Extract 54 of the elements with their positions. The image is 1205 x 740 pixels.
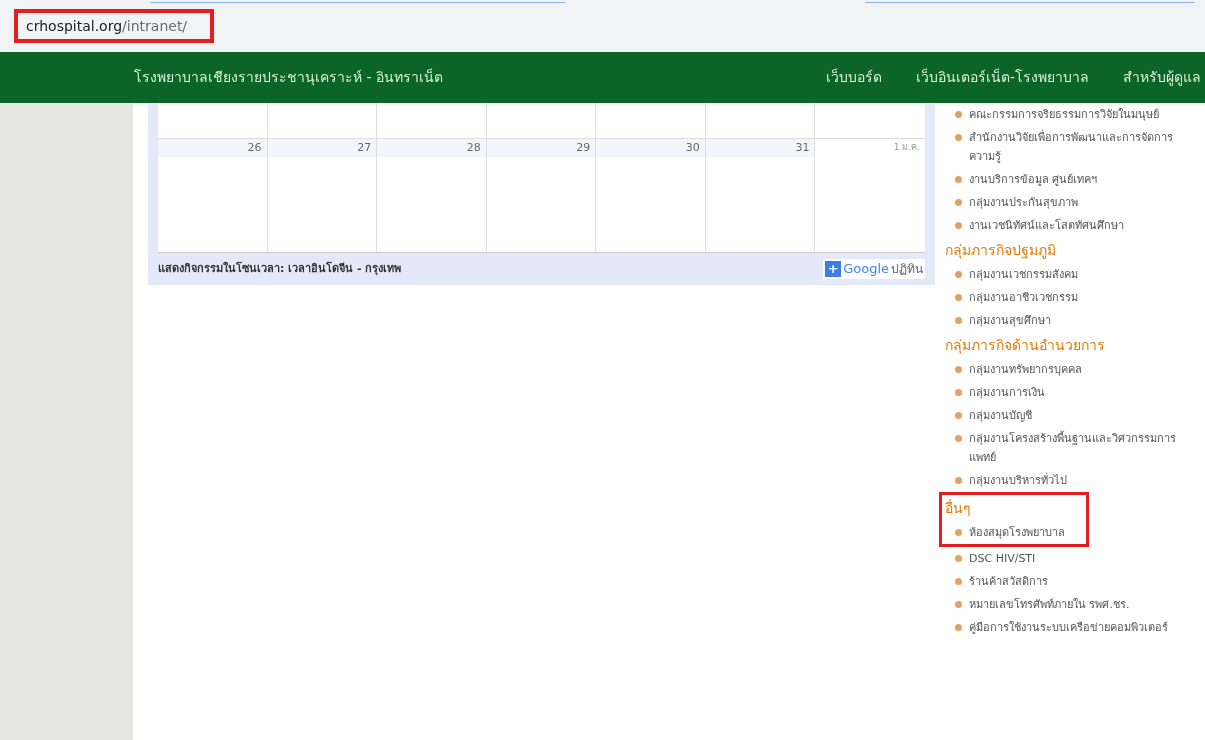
sidebar-link[interactable]: กลุ่มงานสุขศึกษา: [969, 311, 1051, 330]
sidebar-link[interactable]: สำนักงานวิจัยเพื่อการพัฒนาและการจัดการความรู้: [969, 128, 1197, 166]
bullet-icon: [955, 601, 962, 608]
sidebar-link[interactable]: หมายเลขโทรศัพท์ภายใน รพศ.ชร.: [969, 595, 1130, 614]
add-to-google-calendar-button[interactable]: + Googleปฏิทิน: [823, 259, 925, 279]
bullet-icon: [955, 366, 962, 373]
date-label: 31: [795, 139, 810, 156]
nav-link[interactable]: สำหรับผู้ดูแล: [1123, 67, 1201, 88]
bullet-icon: [955, 477, 962, 484]
sidebar-link[interactable]: กลุ่มงานอาชีวเวชกรรม: [969, 288, 1078, 307]
sidebar-link[interactable]: กลุ่มงานเวชกรรมสังคม: [969, 265, 1078, 284]
bullet-icon: [955, 389, 962, 396]
date-label: 26: [247, 139, 262, 156]
bullet-icon: [955, 435, 962, 442]
sidebar-link[interactable]: กลุ่มงานทรัพยากรบุคคล: [969, 360, 1082, 379]
section-heading: อื่นๆ: [945, 500, 971, 516]
bullet-icon: [955, 294, 962, 301]
sidebar-link[interactable]: กลุ่มงานบัญชี: [969, 406, 1032, 425]
section-heading: กลุ่มภารกิจปฐมภูมิ: [945, 242, 1056, 258]
section-heading: กลุ่มภารกิจด้านอำนวยการ: [945, 337, 1105, 353]
bullet-icon: [955, 578, 962, 585]
bullet-icon: [955, 317, 962, 324]
bullet-icon: [955, 176, 962, 183]
nav-link[interactable]: เว็บบอร์ด: [825, 67, 882, 88]
address-field[interactable]: crhospital.org/intranet/: [14, 9, 214, 43]
bullet-icon: [955, 111, 962, 118]
bullet-icon: [955, 199, 962, 206]
date-label: 27: [357, 139, 372, 156]
nav-link[interactable]: เว็บอินเตอร์เน็ต-โรงพยาบาล: [915, 67, 1089, 88]
date-label: 30: [685, 139, 700, 156]
site-title: โรงพยาบาลเชียงรายประชานุเคราะห์ - อินทราเน็ต: [134, 67, 443, 88]
date-label: 28: [466, 139, 481, 156]
date-label: 1 ม.ค.: [893, 141, 920, 155]
sidebar-link[interactable]: ห้องสมุดโรงพยาบาล: [969, 523, 1065, 542]
sidebar-link[interactable]: กลุ่มงานการเงิน: [969, 383, 1045, 402]
sidebar-link[interactable]: ร้านค้าสวัสดิการ: [969, 572, 1048, 591]
sidebar-link[interactable]: คู่มือการใช้งานระบบเครือข่ายคอมพิวเตอร์: [969, 618, 1168, 637]
bullet-icon: [955, 271, 962, 278]
sidebar-link[interactable]: กลุ่มงานประกันสุขภาพ: [969, 193, 1078, 212]
bullet-icon: [955, 134, 962, 141]
bullet-icon: [955, 222, 962, 229]
sidebar-link[interactable]: DSC HIV/STI: [969, 549, 1036, 568]
bullet-icon: [955, 555, 962, 562]
bullet-icon: [955, 624, 962, 631]
bullet-icon: [955, 412, 962, 419]
sidebar-link[interactable]: กลุ่มงานบริหารทั่วไป: [969, 471, 1067, 490]
url-text: crhospital.org/intranet/: [26, 17, 188, 34]
sidebar-link[interactable]: คณะกรรมการจริยธรรมการวิจัยในมนุษย์: [969, 105, 1159, 124]
bullet-icon: [955, 529, 962, 536]
sidebar-link[interactable]: งานบริการข้อมูล ศูนย์เทคฯ: [969, 170, 1098, 189]
date-label: 29: [576, 139, 591, 156]
sidebar-link[interactable]: งานเวชนิทัศน์และโสตทัศนศึกษา: [969, 216, 1124, 235]
sidebar-link[interactable]: กลุ่มงานโครงสร้างพื้นฐานและวิศวกรรมการแพทย์: [969, 429, 1197, 467]
timezone-note: แสดงกิจกรรมในโซนเวลา: เวลาอินโดจีน - กรุงเทพ: [158, 260, 402, 277]
